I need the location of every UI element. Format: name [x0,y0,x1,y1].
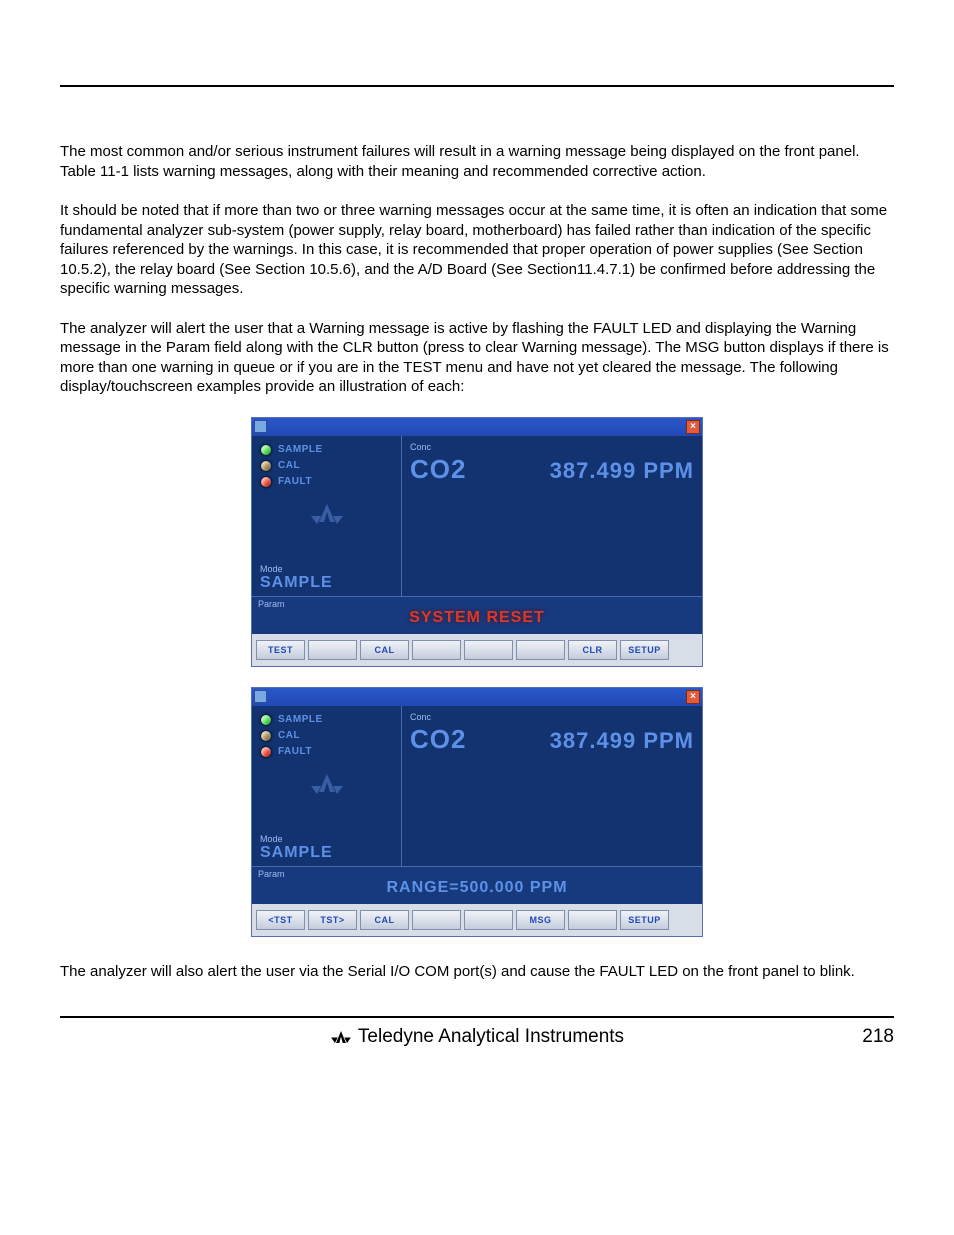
param-message: RANGE=500.000 PPM [258,879,696,897]
mode-value: SAMPLE [260,574,393,592]
instrument-panel-2: × SAMPLE CAL FAULT [251,687,703,937]
blank-button[interactable] [412,640,461,660]
window-titlebar: × [252,418,702,436]
clr-button[interactable]: CLR [568,640,617,660]
conc-header: Conc [410,442,694,452]
fault-led-label: FAULT [278,746,312,757]
blank-button[interactable] [412,910,461,930]
gas-label: CO2 [410,454,466,485]
window-app-icon [254,420,267,433]
brand-logo [260,498,393,528]
footer-rule [60,1016,894,1018]
blank-button[interactable] [464,640,513,660]
concentration-value: 387.499 PPM [550,728,694,754]
setup-button[interactable]: SETUP [620,640,669,660]
page-number: 218 [862,1026,894,1048]
blank-button[interactable] [464,910,513,930]
led-fault: FAULT [260,746,393,758]
cal-button[interactable]: CAL [360,910,409,930]
sample-led-icon [260,444,272,456]
button-row: <TST TST> CAL MSG SETUP [252,904,702,936]
mode-value: SAMPLE [260,844,393,862]
led-cal: CAL [260,730,393,742]
concentration-value: 387.499 PPM [550,458,694,484]
instrument-panel-1: × SAMPLE CAL FAULT [251,417,703,667]
window-app-icon [254,690,267,703]
blank-button[interactable] [516,640,565,660]
close-icon[interactable]: × [686,420,700,434]
cal-led-icon [260,730,272,742]
param-message: SYSTEM RESET [258,609,696,627]
footer-logo-icon [330,1028,352,1046]
page-footer: Teledyne Analytical Instruments 218 [60,1026,894,1048]
paragraph-2: It should be noted that if more than two… [60,201,894,299]
cal-led-label: CAL [278,460,300,471]
led-sample: SAMPLE [260,714,393,726]
led-cal: CAL [260,460,393,472]
gas-label: CO2 [410,724,466,755]
fault-led-icon [260,746,272,758]
msg-button[interactable]: MSG [516,910,565,930]
sample-led-label: SAMPLE [278,714,323,725]
footer-text: Teledyne Analytical Instruments [358,1026,624,1048]
cal-led-icon [260,460,272,472]
conc-header: Conc [410,712,694,722]
setup-button[interactable]: SETUP [620,910,669,930]
led-fault: FAULT [260,476,393,488]
mode-header: Mode [260,834,393,844]
blank-button[interactable] [308,640,357,660]
param-header: Param [258,599,696,609]
paragraph-3: The analyzer will alert the user that a … [60,319,894,397]
tst-next-button[interactable]: TST> [308,910,357,930]
sample-led-label: SAMPLE [278,444,323,455]
sample-led-icon [260,714,272,726]
top-rule [60,85,894,87]
fault-led-label: FAULT [278,476,312,487]
param-header: Param [258,869,696,879]
tst-prev-button[interactable]: <TST [256,910,305,930]
cal-led-label: CAL [278,730,300,741]
paragraph-4: The analyzer will also alert the user vi… [60,962,894,982]
cal-button[interactable]: CAL [360,640,409,660]
fault-led-icon [260,476,272,488]
test-button[interactable]: TEST [256,640,305,660]
led-sample: SAMPLE [260,444,393,456]
brand-logo [260,768,393,798]
blank-button[interactable] [568,910,617,930]
close-icon[interactable]: × [686,690,700,704]
mode-header: Mode [260,564,393,574]
window-titlebar: × [252,688,702,706]
paragraph-1: The most common and/or serious instrumen… [60,142,894,181]
button-row: TEST CAL CLR SETUP [252,634,702,666]
